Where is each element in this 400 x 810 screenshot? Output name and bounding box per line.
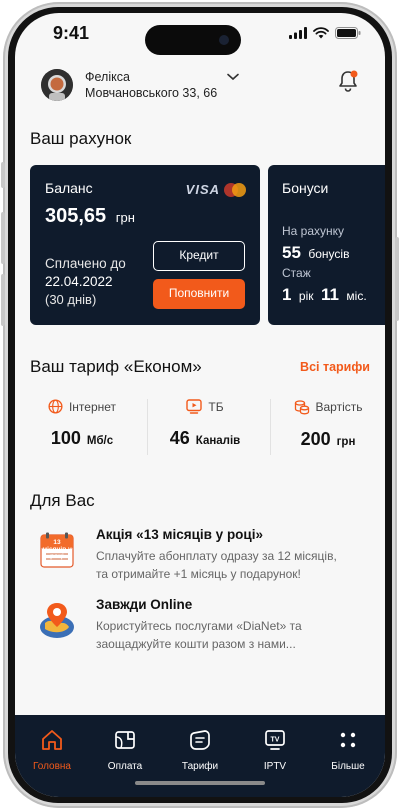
nav-item-payment[interactable]: Оплата: [95, 727, 155, 772]
tenure-years: 1: [282, 285, 292, 304]
tv-icon: TV: [265, 730, 285, 750]
promo-title[interactable]: Завжди Online: [96, 597, 192, 612]
balance-amount-row: 305,65 грн: [45, 205, 135, 228]
nav-item-iptv[interactable]: TV IPTV: [245, 727, 305, 772]
globe-icon: [48, 399, 63, 414]
chevron-down-icon[interactable]: [227, 73, 239, 81]
coins-icon: [294, 400, 309, 415]
paid-until-label: Сплачено до: [45, 256, 126, 271]
account-address: Мовчановського 33, 66: [85, 86, 218, 100]
account-name: Феліксa: [85, 70, 130, 84]
bonus-label: Бонуси: [282, 180, 329, 196]
balance-amount: 305,65: [45, 205, 107, 227]
astronaut-avatar-icon: [41, 69, 73, 101]
topup-button[interactable]: Поповнити: [153, 279, 245, 309]
paid-days: (30 днів): [45, 292, 97, 307]
stat-divider: [147, 399, 148, 455]
dynamic-island: [145, 25, 241, 55]
bonus-unit: бонусів: [308, 247, 350, 261]
nav-label-more: Більше: [331, 761, 365, 772]
internet-unit: Мб/с: [86, 435, 114, 447]
tariffs-icon: [190, 730, 210, 750]
tenure-value-row: 1 рік 11 міс.: [282, 285, 367, 305]
bonus-value: 55: [282, 243, 301, 262]
bonus-value-row: 55 бонусів: [282, 243, 349, 263]
tenure-label: Стаж: [282, 266, 311, 280]
promo-calendar-icon[interactable]: 13 місяців у році: [37, 531, 77, 571]
avatar[interactable]: [41, 69, 73, 101]
volume-up-button: [1, 212, 5, 264]
tariff-stat-price: Вартість 200 грн: [273, 399, 383, 450]
mute-switch: [1, 162, 5, 188]
nav-item-home[interactable]: Головна: [22, 727, 82, 772]
tv-value: 46: [169, 428, 190, 448]
promo-text-line: Користуйтесь послугами «DiaNet» та: [96, 619, 302, 633]
power-button: [395, 237, 399, 321]
app-header: Феліксa Мовчановського 33, 66: [15, 63, 385, 123]
tariff-title: Ваш тариф «Економ»: [30, 357, 202, 376]
promo-text-line: заощаджуйте кошти разом з нами...: [96, 637, 296, 651]
nav-label-tariffs: Тарифи: [181, 761, 219, 772]
account-section-title: Ваш рахунок: [30, 129, 132, 148]
tenure-years-unit: рік: [298, 289, 314, 303]
tenure-months: 11: [320, 285, 339, 304]
internet-value: 100: [50, 428, 81, 448]
account-address-block[interactable]: Феліксa Мовчановського 33, 66: [85, 69, 217, 101]
notification-bell-icon[interactable]: [337, 69, 359, 93]
promo-text-line: Сплачуйте абонплату одразу за 12 місяців…: [96, 549, 337, 563]
camera-icon: [219, 35, 229, 45]
for-you-title: Для Вас: [30, 491, 95, 510]
home-indicator[interactable]: [135, 781, 265, 785]
internet-label: Інтернет: [68, 399, 117, 414]
bonus-card[interactable]: Бонуси На рахунку 55 бонусів Стаж 1 рік …: [268, 165, 385, 325]
home-icon: [42, 730, 62, 750]
wifi-icon: [313, 27, 329, 39]
nav-label-payment: Оплата: [107, 761, 143, 772]
tenure-months-unit: міс.: [346, 289, 367, 303]
balance-currency: грн: [115, 210, 135, 225]
nav-label-iptv: IPTV: [263, 761, 287, 772]
mastercard-icon: [224, 183, 246, 197]
tv-label: ТБ: [208, 399, 224, 414]
battery-icon: [335, 27, 361, 39]
nav-label-home: Головна: [33, 761, 71, 772]
all-tariffs-link[interactable]: Всі тарифи: [300, 360, 370, 374]
tv-unit: Каналів: [195, 435, 241, 447]
paid-until-date: 22.04.2022: [45, 274, 113, 289]
promo-calendar-label: 13 місяців у році: [42, 539, 72, 560]
wallet-icon: [115, 731, 135, 749]
bonus-on-account-label: На рахунку: [282, 224, 345, 238]
tariff-stat-tv: ТБ 46 Каналів: [150, 399, 260, 449]
more-dots-icon: [340, 732, 356, 748]
status-bar: 9:41: [15, 13, 385, 57]
status-time: 9:41: [53, 23, 90, 43]
globe-pin-icon[interactable]: [35, 601, 79, 641]
signal-icon: [289, 27, 307, 39]
price-value: 200: [300, 429, 331, 449]
stat-divider: [270, 399, 271, 455]
price-unit: грн: [336, 436, 356, 448]
volume-down-button: [1, 274, 5, 326]
balance-card[interactable]: Баланс VISA 305,65 грн Сплачено до 22.04…: [30, 165, 260, 325]
nav-item-tariffs[interactable]: Тарифи: [170, 727, 230, 772]
status-icons: [289, 27, 361, 39]
price-label: Вартість: [315, 400, 363, 414]
tariff-stat-internet: Інтернет 100 Мб/с: [27, 399, 137, 449]
visa-logo: VISA: [185, 182, 220, 197]
svg-text:TV: TV: [271, 737, 280, 744]
credit-button[interactable]: Кредит: [153, 241, 245, 271]
app-screen: 9:41 Феліксa Мовчановського 33, 66 Ваш р…: [15, 13, 385, 797]
promo-text-line: та отримайте +1 місяць у подарунок!: [96, 567, 301, 581]
tv-play-icon: [186, 399, 203, 414]
promo-title[interactable]: Акція «13 місяців у році»: [96, 527, 263, 542]
nav-item-more[interactable]: Більше: [318, 727, 378, 772]
balance-label: Баланс: [45, 180, 93, 196]
